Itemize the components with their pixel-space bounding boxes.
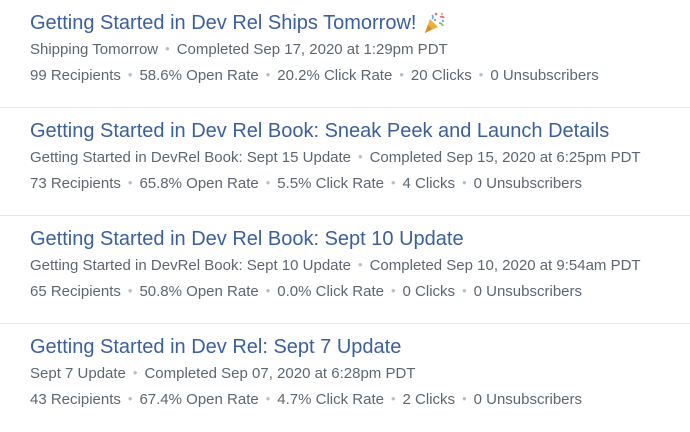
party-popper-icon — [422, 11, 446, 35]
click-rate: 20.2% Click Rate — [277, 67, 393, 84]
campaign-list: Getting Started in Dev Rel Ships Tomorro… — [0, 0, 690, 432]
separator-dot: • — [265, 391, 271, 406]
open-rate: 67.4% Open Rate — [139, 391, 259, 408]
unsubscribers-count: 0 Unsubscribers — [473, 175, 583, 192]
campaign-completed: Completed Sep 10, 2020 at 9:54am PDT — [369, 257, 641, 274]
unsubscribers-count: 0 Unsubscribers — [473, 283, 583, 300]
separator-dot: • — [399, 67, 404, 82]
separator-dot: • — [127, 391, 133, 406]
campaign-subject: Getting Started in DevRel Book: Sept 10 … — [30, 257, 352, 274]
clicks-count: 20 Clicks — [410, 67, 472, 84]
campaign-stats: 43 Recipients • 67.4% Open Rate • 4.7% Click… — [30, 390, 582, 410]
open-rate: 50.8% Open Rate — [139, 283, 259, 300]
unsubscribers-count: 0 Unsubscribers — [490, 67, 599, 84]
campaign-completed: Completed Sep 15, 2020 at 6:25pm PDT — [369, 149, 641, 166]
list-item: Getting Started in Dev Rel Book: Sneak P… — [0, 108, 690, 216]
campaign-completed: Completed Sep 07, 2020 at 6:28pm PDT — [144, 365, 416, 382]
open-rate: 58.6% Open Rate — [139, 67, 259, 84]
recipients-count: 43 Recipients — [30, 391, 121, 408]
campaign-title: Getting Started in Dev Rel: Sept 7 Updat… — [30, 336, 402, 358]
recipients-count: 73 Recipients — [30, 175, 121, 192]
campaign-subject: Sept 7 Update — [30, 365, 126, 382]
separator-dot: • — [478, 67, 484, 82]
list-item: Getting Started in Dev Rel Ships Tomorro… — [0, 0, 690, 108]
campaign-stats: 99 Recipients • 58.6% Open Rate • 20.2% Clic… — [30, 66, 599, 86]
campaign-title-link[interactable]: Getting Started in Dev Rel Book: Sept 10… — [30, 226, 464, 252]
separator-dot: • — [165, 41, 170, 56]
separator-dot: • — [462, 283, 467, 298]
clicks-count: 4 Clicks — [402, 175, 456, 192]
campaign-completed: Completed Sep 17, 2020 at 1:29pm PDT — [176, 41, 448, 58]
separator-dot: • — [127, 67, 133, 82]
click-rate: 0.0% Click Rate — [277, 283, 384, 300]
separator-dot: • — [358, 257, 363, 272]
campaign-stats: 65 Recipients • 50.8% Open Rate • 0.0% Click… — [30, 282, 582, 302]
campaign-stats: 73 Recipients • 65.8% Open Rate • 5.5% Click… — [30, 174, 582, 194]
campaign-title: Getting Started in Dev Rel Ships Tomorro… — [30, 12, 417, 34]
campaign-title-link[interactable]: Getting Started in Dev Rel: Sept 7 Updat… — [30, 334, 401, 360]
campaign-subject-line: Shipping Tomorrow • Completed Sep 17, 2020… — [30, 40, 448, 60]
separator-dot: • — [462, 391, 467, 406]
click-rate: 5.5% Click Rate — [277, 175, 384, 192]
separator-dot: • — [265, 175, 271, 190]
separator-dot: • — [127, 283, 133, 298]
separator-dot: • — [132, 365, 138, 380]
list-item: Getting Started in Dev Rel: Sept 7 Updat… — [0, 324, 690, 432]
campaign-title: Getting Started in Dev Rel Book: Sneak P… — [30, 120, 610, 142]
separator-dot: • — [390, 283, 396, 298]
campaign-title: Getting Started in Dev Rel Book: Sept 10… — [30, 228, 464, 250]
separator-dot: • — [265, 283, 271, 298]
separator-dot: • — [265, 67, 271, 82]
recipients-count: 65 Recipients — [30, 283, 121, 300]
campaign-subject-line: Getting Started in DevRel Book: Sept 10 … — [30, 256, 641, 276]
recipients-count: 99 Recipients — [30, 67, 121, 84]
separator-dot: • — [127, 175, 133, 190]
separator-dot: • — [390, 175, 396, 190]
open-rate: 65.8% Open Rate — [139, 175, 259, 192]
campaign-title-link[interactable]: Getting Started in Dev Rel Ships Tomorro… — [30, 10, 446, 36]
list-item: Getting Started in Dev Rel Book: Sept 10… — [0, 216, 690, 324]
separator-dot: • — [358, 149, 363, 164]
campaign-subject: Getting Started in DevRel Book: Sept 15 … — [30, 149, 352, 166]
clicks-count: 2 Clicks — [402, 391, 456, 408]
campaign-subject-line: Getting Started in DevRel Book: Sept 15 … — [30, 148, 641, 168]
separator-dot: • — [390, 391, 396, 406]
click-rate: 4.7% Click Rate — [277, 391, 384, 408]
campaign-subject-line: Sept 7 Update • Completed Sep 07, 2020 at … — [30, 364, 415, 384]
campaign-subject: Shipping Tomorrow — [30, 41, 159, 58]
separator-dot: • — [462, 175, 467, 190]
clicks-count: 0 Clicks — [402, 283, 456, 300]
campaign-title-link[interactable]: Getting Started in Dev Rel Book: Sneak P… — [30, 118, 609, 144]
unsubscribers-count: 0 Unsubscribers — [473, 391, 583, 408]
